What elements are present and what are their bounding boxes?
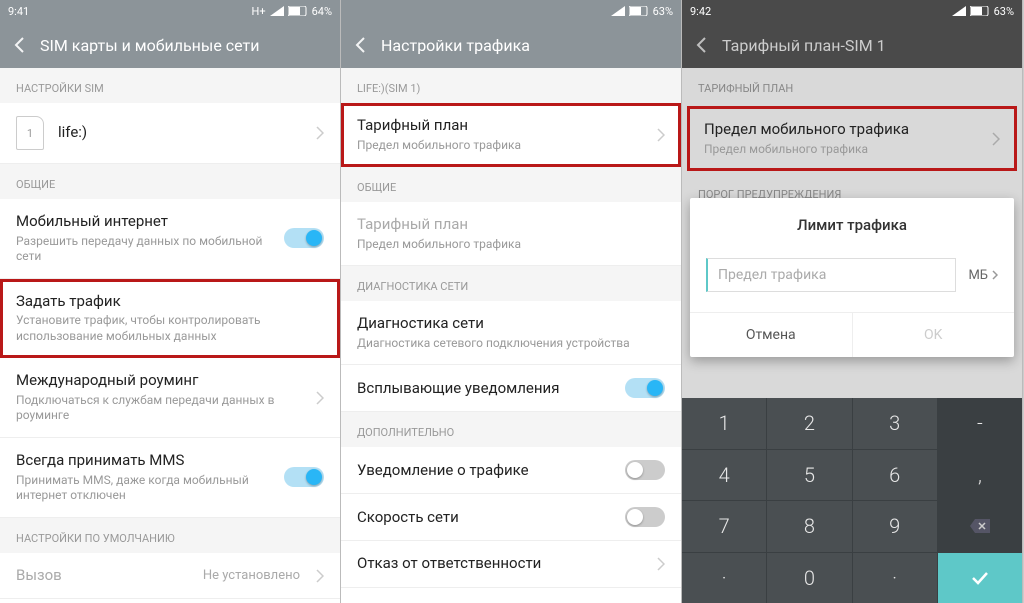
panel-tariff-plan: 9:42 63% Тарифный план-SIM 1 ТАРИФНЫЙ ПЛ… xyxy=(682,0,1023,603)
section-sim: НАСТРОЙКИ SIM xyxy=(0,68,340,103)
limit-input[interactable]: Предел трафика xyxy=(706,258,956,292)
status-time: 9:42 xyxy=(690,5,711,18)
section-sim: LIFE:)(SIM 1) xyxy=(341,68,681,103)
header: SIM карты и мобильные сети xyxy=(0,22,340,68)
cancel-button[interactable]: Отмена xyxy=(690,313,853,357)
chevron-right-icon xyxy=(316,126,324,140)
traffic-limit-row[interactable]: Предел мобильного трафика Предел мобильн… xyxy=(688,107,1016,170)
chevron-right-icon xyxy=(992,132,1000,146)
key-dot-left[interactable]: · xyxy=(682,553,766,603)
back-icon[interactable] xyxy=(696,37,706,53)
key-3[interactable]: 3 xyxy=(853,398,937,449)
page-title: SIM карты и мобильные сети xyxy=(40,36,259,55)
sim-icon: 1 xyxy=(16,116,44,150)
call-default-row[interactable]: Вызов Не установлено xyxy=(0,553,340,600)
header: Тарифный план-SIM 1 xyxy=(682,22,1022,68)
dialog-title: Лимит трафика xyxy=(690,198,1014,248)
status-time: 9:41 xyxy=(8,5,29,18)
tariff-plan-general-row[interactable]: Тарифный план Предел мобильного трафика xyxy=(341,202,681,266)
key-4[interactable]: 4 xyxy=(682,450,766,501)
chevron-right-icon xyxy=(992,270,998,280)
page-title: Тарифный план-SIM 1 xyxy=(722,36,886,55)
panel-sim-settings: 9:41 H+ 64% SIM карты и мобильные сети Н… xyxy=(0,0,341,603)
mobile-internet-row[interactable]: Мобильный интернет Разрешить передачу да… xyxy=(0,199,340,279)
diagnostics-row[interactable]: Диагностика сети Диагностика сетевого по… xyxy=(341,301,681,365)
status-bar: 9:42 63% xyxy=(682,0,1022,22)
liability-row[interactable]: Отказ от ответственности xyxy=(341,541,681,588)
key-backspace[interactable] xyxy=(938,501,1022,552)
section-diagnostics: ДИАГНОСТИКА СЕТИ xyxy=(341,266,681,301)
section-general: ОБЩИЕ xyxy=(0,164,340,199)
numeric-keypad: 1 2 3 - 4 5 6 , 7 8 9 · 0 · xyxy=(682,398,1022,603)
mobile-internet-toggle[interactable] xyxy=(284,228,324,248)
key-0[interactable]: 0 xyxy=(767,553,851,603)
mms-toggle[interactable] xyxy=(284,467,324,487)
traffic-notification-row[interactable]: Уведомление о трафике xyxy=(341,447,681,494)
section-defaults: НАСТРОЙКИ ПО УМОЛЧАНИЮ xyxy=(0,518,340,553)
key-2[interactable]: 2 xyxy=(767,398,851,449)
page-title: Настройки трафика xyxy=(381,36,530,55)
key-5[interactable]: 5 xyxy=(767,450,851,501)
popup-toggle[interactable] xyxy=(625,378,665,398)
chevron-right-icon xyxy=(657,557,665,571)
chevron-right-icon xyxy=(316,569,324,583)
status-indicators: 63% xyxy=(611,5,673,18)
status-bar: 9:41 H+ 64% xyxy=(0,0,340,22)
key-confirm[interactable] xyxy=(938,553,1022,603)
unit-selector[interactable]: МБ xyxy=(968,268,998,283)
section-extra: ДОПОЛНИТЕЛЬНО xyxy=(341,412,681,447)
chevron-right-icon xyxy=(657,128,665,142)
traffic-limit-dialog: Лимит трафика Предел трафика МБ Отмена O… xyxy=(690,198,1014,357)
ok-button[interactable]: OK xyxy=(853,313,1015,357)
chevron-right-icon xyxy=(316,391,324,405)
key-minus[interactable]: - xyxy=(938,398,1022,449)
key-8[interactable]: 8 xyxy=(767,501,851,552)
back-icon[interactable] xyxy=(355,37,365,53)
header: Настройки трафика xyxy=(341,22,681,68)
tariff-plan-row[interactable]: Тарифный план Предел мобильного трафика xyxy=(341,103,681,167)
notify-toggle[interactable] xyxy=(625,460,665,480)
set-traffic-row[interactable]: Задать трафик Установите трафик, чтобы к… xyxy=(0,279,340,359)
network-speed-row[interactable]: Скорость сети xyxy=(341,494,681,541)
internet-default-row[interactable]: Интернет life:) xyxy=(0,599,340,603)
speed-toggle[interactable] xyxy=(625,507,665,527)
sim-card-row[interactable]: 1 life:) xyxy=(0,103,340,164)
mms-row[interactable]: Всегда принимать MMS Принимать MMS, даже… xyxy=(0,438,340,518)
key-6[interactable]: 6 xyxy=(853,450,937,501)
status-indicators: 63% xyxy=(952,5,1014,18)
key-1[interactable]: 1 xyxy=(682,398,766,449)
key-comma[interactable]: , xyxy=(938,450,1022,501)
section-general: ОБЩИЕ xyxy=(341,167,681,202)
key-dot-right[interactable]: · xyxy=(853,553,937,603)
popup-notifications-row[interactable]: Всплывающие уведомления xyxy=(341,365,681,412)
section-plan: ТАРИФНЫЙ ПЛАН xyxy=(682,68,1022,103)
status-bar: 63% xyxy=(341,0,681,22)
key-7[interactable]: 7 xyxy=(682,501,766,552)
back-icon[interactable] xyxy=(14,37,24,53)
roaming-row[interactable]: Международный роуминг Подключаться к слу… xyxy=(0,358,340,438)
status-indicators: H+ 64% xyxy=(251,5,332,18)
panel-traffic-settings: 63% Настройки трафика LIFE:)(SIM 1) Тари… xyxy=(341,0,682,603)
key-9[interactable]: 9 xyxy=(853,501,937,552)
